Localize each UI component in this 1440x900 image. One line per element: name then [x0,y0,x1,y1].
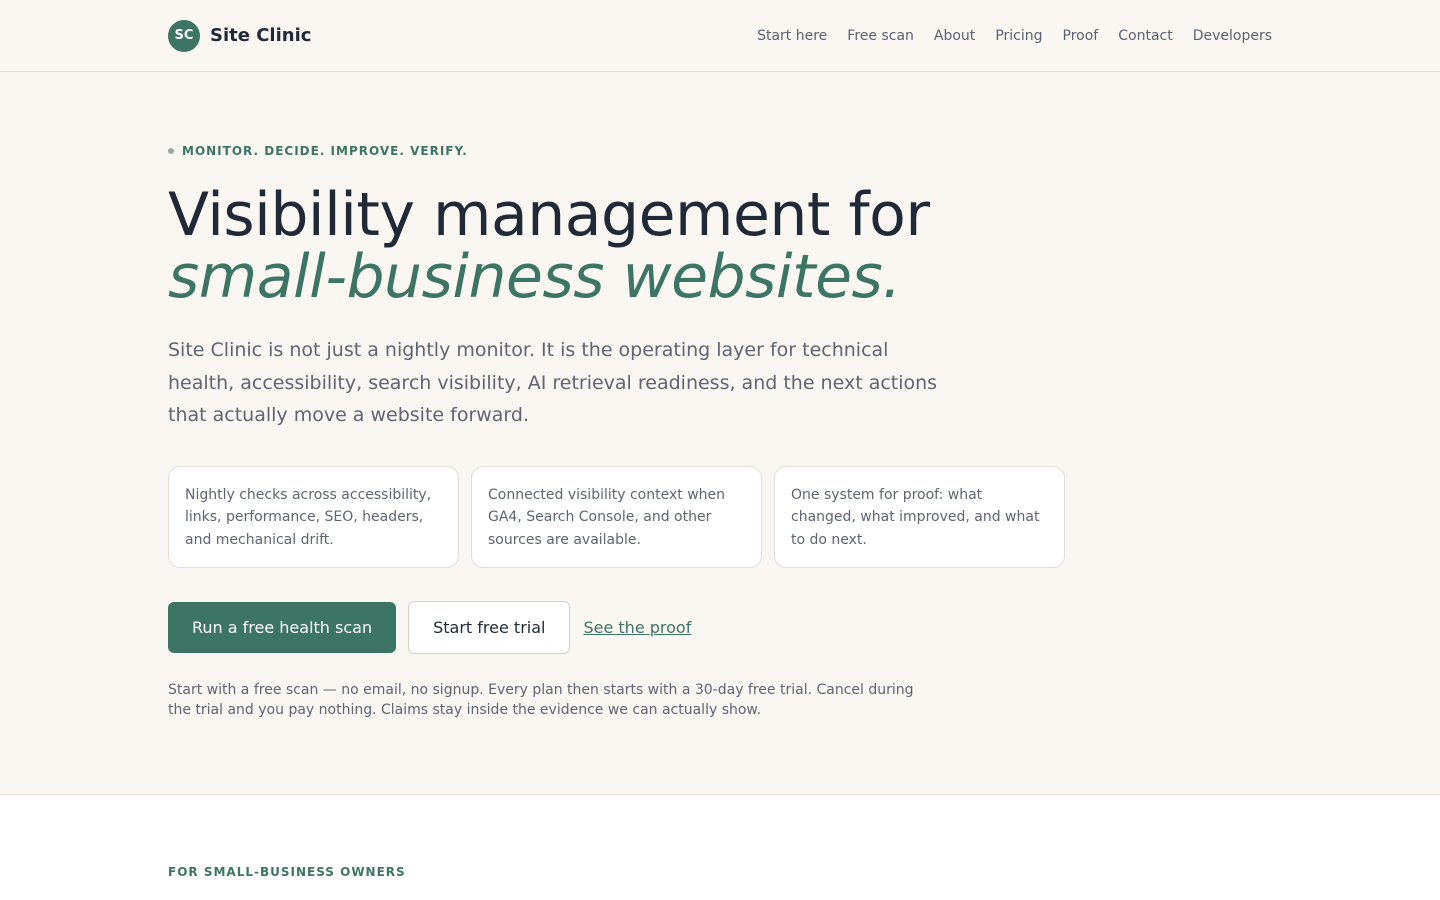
feature-card-proof: One system for proof: what changed, what… [774,465,1065,568]
eyebrow: MONITOR. DECIDE. IMPROVE. VERIFY. [168,144,1272,158]
eyebrow-dot [168,148,174,154]
nav-start-here[interactable]: Start here [757,28,827,44]
see-proof-link[interactable]: See the proof [583,618,691,637]
page-title: Visibility management for small-business… [168,184,1272,308]
nav-contact[interactable]: Contact [1118,28,1172,44]
site-header: SC Site Clinic Start here Free scan Abou… [0,0,1440,72]
nav-about[interactable]: About [934,28,975,44]
owners-section: FOR SMALL-BUSINESS OWNERS [0,794,1440,900]
logo-badge: SC [168,19,200,52]
nav-pricing[interactable]: Pricing [995,28,1042,44]
section-label: FOR SMALL-BUSINESS OWNERS [168,865,406,879]
feature-card-checks: Nightly checks across accessibility, lin… [168,465,459,568]
feature-card-visibility: Connected visibility context when GA4, S… [471,465,762,568]
hero-section: MONITOR. DECIDE. IMPROVE. VERIFY. Visibi… [0,72,1440,794]
nav-free-scan[interactable]: Free scan [847,28,914,44]
feature-cards: Nightly checks across accessibility, lin… [168,465,1272,568]
start-free-trial-button[interactable]: Start free trial [408,600,571,654]
nav-developers[interactable]: Developers [1193,28,1272,44]
eyebrow-text: MONITOR. DECIDE. IMPROVE. VERIFY. [182,144,468,158]
hero-lede: Site Clinic is not just a nightly monito… [168,339,938,426]
run-free-scan-button[interactable]: Run a free health scan [168,601,397,653]
nav-proof[interactable]: Proof [1063,28,1099,44]
brand[interactable]: SC Site Clinic [168,19,312,52]
headline-accent: small-business websites. [168,242,901,312]
hero-actions: Run a free health scan Start free trial … [168,600,1272,654]
brand-name: Site Clinic [210,25,312,46]
hero-fineprint: Start with a free scan — no email, no si… [168,681,914,718]
main-nav: Start here Free scan About Pricing Proof… [757,28,1272,44]
headline-main: Visibility management for [168,180,930,250]
